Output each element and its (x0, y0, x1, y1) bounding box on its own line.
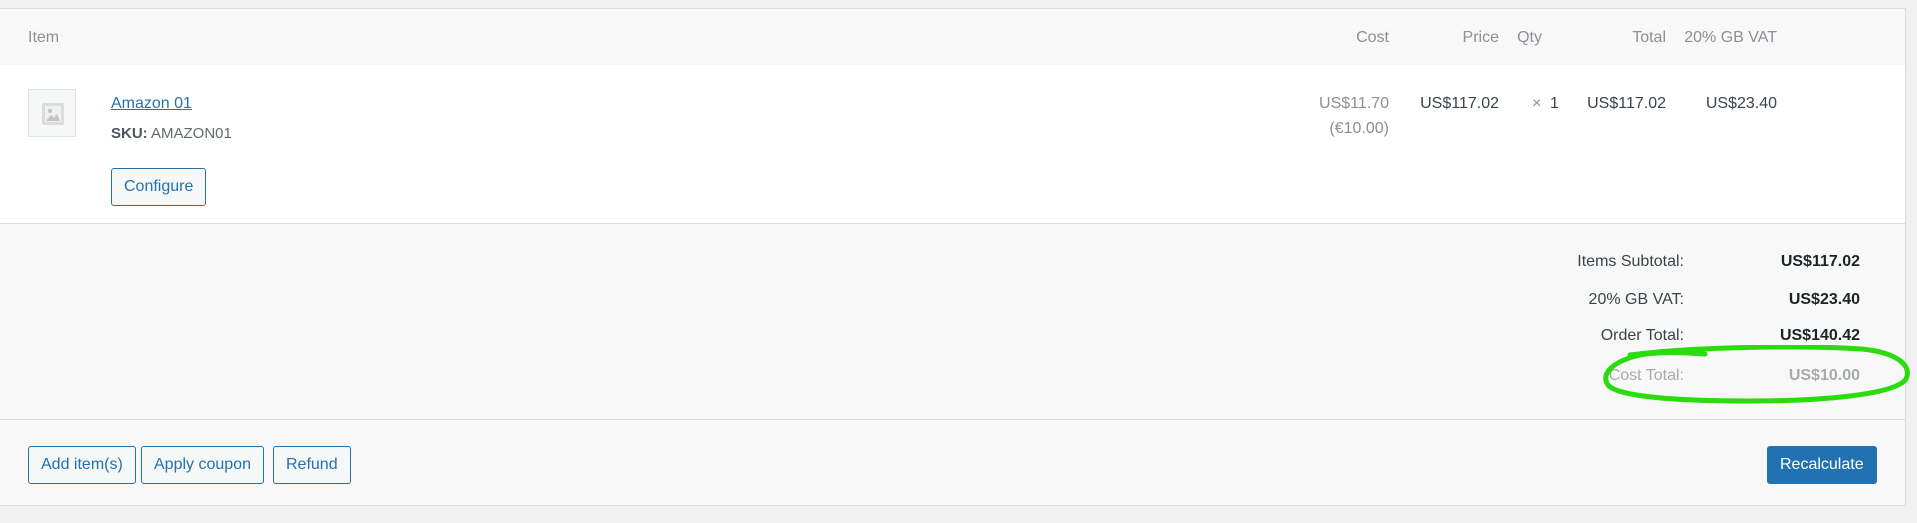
item-sku: SKU: AMAZON01 (111, 125, 232, 142)
image-placeholder-icon (28, 89, 76, 137)
header-price: Price (1462, 29, 1499, 46)
refund-button[interactable]: Refund (273, 446, 351, 484)
items-subtotal-value: US$117.02 (1780, 253, 1860, 270)
order-total-label: Order Total: (1600, 327, 1684, 344)
item-cost-original: (€10.00) (1329, 120, 1389, 137)
header-cost: Cost (1356, 29, 1389, 46)
add-items-button[interactable]: Add item(s) (28, 446, 136, 484)
header-tax: 20% GB VAT (1684, 29, 1777, 46)
order-total-value: US$140.42 (1779, 327, 1860, 344)
qty-times-symbol: × (1532, 95, 1542, 112)
order-items-panel: Item Cost Price Qty Total 20% GB VAT Ama… (0, 8, 1906, 506)
table-row: Amazon 01 SKU: AMAZON01 Configure US$11.… (0, 65, 1905, 224)
sku-value: AMAZON01 (151, 125, 232, 142)
configure-button[interactable]: Configure (111, 168, 207, 206)
item-cost: US$11.70 (1319, 95, 1389, 112)
header-total: Total (1632, 29, 1666, 46)
recalculate-button[interactable]: Recalculate (1767, 446, 1877, 484)
item-qty: 1 (1550, 95, 1559, 112)
items-table-header: Item Cost Price Qty Total 20% GB VAT (0, 9, 1905, 65)
annotation-ellipse (1603, 345, 1910, 404)
tax-total-value: US$23.40 (1788, 291, 1860, 308)
item-name-link[interactable]: Amazon 01 (111, 95, 192, 113)
sku-label: SKU: (111, 125, 148, 142)
items-subtotal-label: Items Subtotal: (1577, 253, 1684, 270)
apply-coupon-button[interactable]: Apply coupon (141, 446, 264, 484)
item-tax: US$23.40 (1705, 95, 1777, 112)
item-total: US$117.02 (1587, 95, 1666, 112)
tax-total-label: 20% GB VAT: (1588, 291, 1684, 308)
header-qty: Qty (1517, 29, 1542, 46)
actions-divider (0, 419, 1905, 420)
item-price: US$117.02 (1420, 95, 1499, 112)
header-item: Item (28, 29, 60, 46)
